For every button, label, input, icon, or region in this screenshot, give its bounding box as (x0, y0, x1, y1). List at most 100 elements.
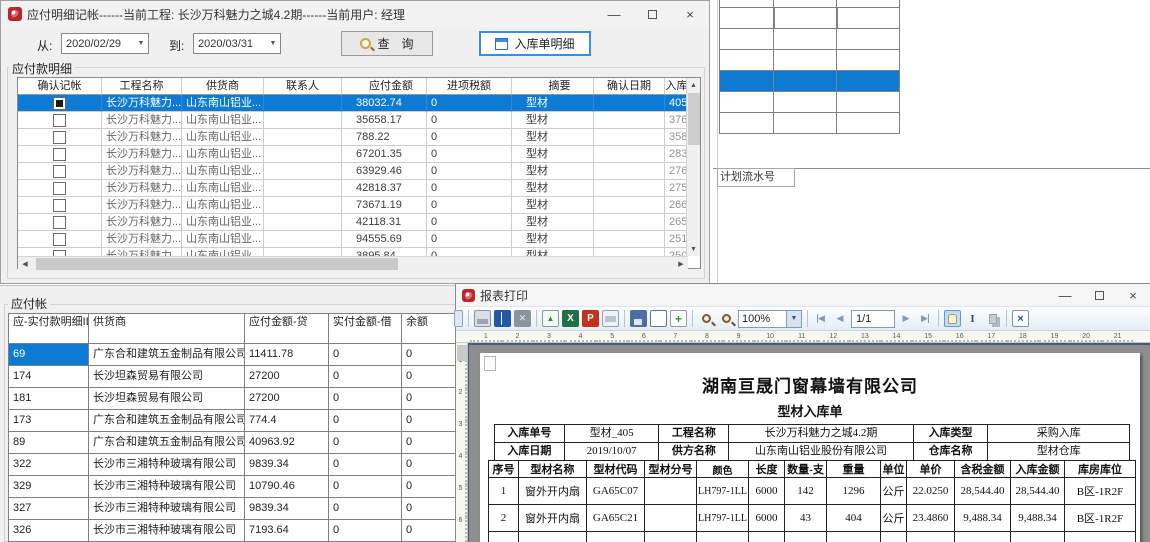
weight-cell: 1296 (827, 478, 881, 505)
confirm-checkbox[interactable] (53, 97, 66, 110)
minimize-button[interactable]: — (1048, 284, 1082, 306)
table-row[interactable]: 69 广东合和建筑五金制品有限公司 11411.78 0 0 (9, 344, 455, 366)
column-header[interactable]: 供货商 (182, 78, 264, 95)
preview-viewport[interactable]: 湖南亘晟门窗幕墙有限公司 型材入库单 入库单号 型材_405 工程名称 长沙万科… (468, 343, 1150, 542)
scroll-right-icon[interactable]: ▶ (674, 257, 688, 271)
table-row[interactable]: 326 长沙市三湘特种玻璃有限公司 7193.64 0 0 (9, 520, 455, 542)
table-row[interactable]: 长沙万科魅力... 山东南山铝业... 67201.35 0 型材 283 (18, 146, 688, 163)
save-icon[interactable] (630, 310, 647, 327)
horizontal-scrollbar[interactable]: ◀ ▶ (18, 256, 688, 270)
tools-icon[interactable] (514, 310, 531, 327)
book-icon[interactable] (494, 310, 511, 327)
toc-panel-icon[interactable] (454, 310, 463, 327)
zoom-in-icon[interactable] (698, 310, 715, 327)
column-header[interactable]: 签订日期 (774, 0, 837, 8)
close-button[interactable]: × (1116, 284, 1150, 306)
inbound-detail-button[interactable]: 入库单明细 (479, 31, 591, 56)
table-row[interactable]: 长沙万科魅力... 山东南山铝业... 42118.31 0 型材 265 (18, 214, 688, 231)
confirm-checkbox[interactable] (53, 182, 66, 195)
to-date-select[interactable]: 2020/03/31 ▼ (193, 33, 281, 54)
add-icon[interactable]: + (670, 310, 687, 327)
print-icon[interactable] (474, 310, 491, 327)
minimize-button[interactable]: — (595, 1, 633, 27)
confirm-checkbox[interactable] (53, 148, 66, 161)
page-setup-icon[interactable] (650, 310, 667, 327)
column-header[interactable]: 确认日期 (594, 78, 665, 95)
column-header[interactable]: 确认记帐 (18, 78, 102, 95)
column-header[interactable]: 合同价款 (719, 0, 774, 8)
table-row[interactable] (719, 29, 900, 50)
close-preview-button[interactable]: × (1012, 310, 1029, 327)
query-button[interactable]: 查 询 (341, 31, 433, 56)
chevron-down-icon[interactable]: ▼ (134, 40, 148, 47)
table-row[interactable]: 322 长沙市三湘特种玻璃有限公司 9839.34 0 0 (9, 454, 455, 476)
scroll-left-icon[interactable]: ◀ (18, 257, 32, 271)
column-header[interactable]: 供货商 (89, 314, 245, 344)
column-header[interactable]: 验收日期 (837, 0, 900, 8)
column-header[interactable]: 余额 (402, 314, 455, 344)
copy-button[interactable] (984, 310, 1001, 327)
next-page-button[interactable]: ▶ (898, 311, 914, 327)
table-row[interactable]: 181 长沙坦森贸易有限公司 27200 0 0 (9, 388, 455, 410)
zoom-select[interactable]: 100% ▼ (738, 310, 802, 328)
table-row[interactable]: 327 长沙市三湘特种玻璃有限公司 9839.34 0 0 (9, 498, 455, 520)
table-row[interactable] (719, 92, 900, 113)
scrollbar-thumb[interactable] (36, 258, 398, 270)
table-row[interactable]: 长沙万科魅力... 山东南山铝业... 73671.19 0 型材 266 (18, 197, 688, 214)
table-row[interactable]: 329 长沙市三湘特种玻璃有限公司 10790.46 0 0 (9, 476, 455, 498)
first-page-button[interactable]: ◀ (813, 311, 829, 327)
prev-page-button[interactable]: ◀ (832, 311, 848, 327)
column-header[interactable]: 联系人 (264, 78, 342, 95)
scroll-down-icon[interactable]: ▼ (687, 242, 700, 256)
table-row[interactable]: 长沙万科魅力... 山东南山铝业... 94555.69 0 型材 251 (18, 231, 688, 248)
titlebar[interactable]: 报表打印 — × (456, 284, 1150, 306)
table-row[interactable] (719, 71, 900, 92)
maximize-button[interactable] (633, 1, 671, 27)
toolbar-separator (938, 310, 939, 327)
titlebar[interactable]: 应付明细记帐------当前工程: 长沙万科魅力之城4.2期------当前用户… (1, 1, 709, 27)
column-header[interactable]: 实付金额-借 (329, 314, 402, 344)
zoom-out-icon[interactable] (718, 310, 735, 327)
table-row[interactable]: 173 广东合和建筑五金制品有限公司 774.4 0 0 (9, 410, 455, 432)
maximize-button[interactable] (1082, 284, 1116, 306)
scrollbar-thumb[interactable] (688, 93, 700, 145)
table-row[interactable] (719, 113, 900, 134)
confirm-checkbox[interactable] (53, 216, 66, 229)
confirm-checkbox[interactable] (53, 199, 66, 212)
table-row[interactable]: 89 广东合和建筑五金制品有限公司 40963.92 0 0 (9, 432, 455, 454)
table-row[interactable]: 长沙万科魅力... 山东南山铝业... 42818.37 0 型材 275 (18, 180, 688, 197)
table-row[interactable]: 长沙万科魅力... 山东南山铝业... 788.22 0 型材 358 (18, 129, 688, 146)
column-header[interactable]: 应付金额-贷 (245, 314, 329, 344)
excel-export-icon[interactable]: X (562, 310, 579, 327)
confirm-checkbox[interactable] (53, 114, 66, 127)
table-row[interactable]: 长沙万科魅力... 山东南山铝业... 3895.84 0 型材 250 (18, 248, 688, 256)
close-button[interactable]: × (671, 1, 709, 27)
table-row[interactable]: 长沙万科魅力... 山东南山铝业... 63929.46 0 型材 276 (18, 163, 688, 180)
table-row[interactable]: 长沙万科魅力... 山东南山铝业... 38032.74 0 型材 405 (18, 95, 688, 112)
vertical-scrollbar[interactable]: ▲ ▼ (686, 78, 700, 256)
pdf-export-icon[interactable]: P (582, 310, 599, 327)
column-header[interactable]: 应-实付款明细ID (9, 314, 89, 344)
from-date-select[interactable]: 2020/02/29 ▼ (61, 33, 149, 54)
last-page-button[interactable]: ▶ (917, 311, 933, 327)
table-row[interactable]: 174 长沙坦森贸易有限公司 27200 0 0 (9, 366, 455, 388)
chevron-down-icon[interactable]: ▼ (266, 40, 280, 47)
column-header[interactable]: 工程名称 (102, 78, 182, 95)
text-select-tool-button[interactable]: I (964, 310, 981, 327)
page-indicator-input[interactable]: 1/1 (851, 310, 895, 328)
column-header[interactable]: 进项税额 (427, 78, 512, 95)
hand-tool-button[interactable] (944, 310, 961, 327)
confirm-checkbox[interactable] (53, 233, 66, 246)
column-header[interactable]: 摘要 (512, 78, 594, 95)
table-row[interactable]: 长沙万科魅力... 山东南山铝业... 35658.17 0 型材 376 (18, 112, 688, 129)
mail-export-icon[interactable] (602, 310, 619, 327)
confirm-checkbox[interactable] (53, 165, 66, 178)
scroll-up-icon[interactable]: ▲ (687, 78, 700, 92)
export-icon[interactable]: ▲ (542, 310, 559, 327)
table-row[interactable] (719, 50, 900, 71)
column-header[interactable]: 入库 (665, 78, 688, 95)
chevron-down-icon[interactable]: ▼ (786, 311, 801, 327)
confirm-checkbox[interactable] (53, 131, 66, 144)
column-header[interactable]: 应付金额 (342, 78, 427, 95)
table-row[interactable] (719, 8, 900, 29)
